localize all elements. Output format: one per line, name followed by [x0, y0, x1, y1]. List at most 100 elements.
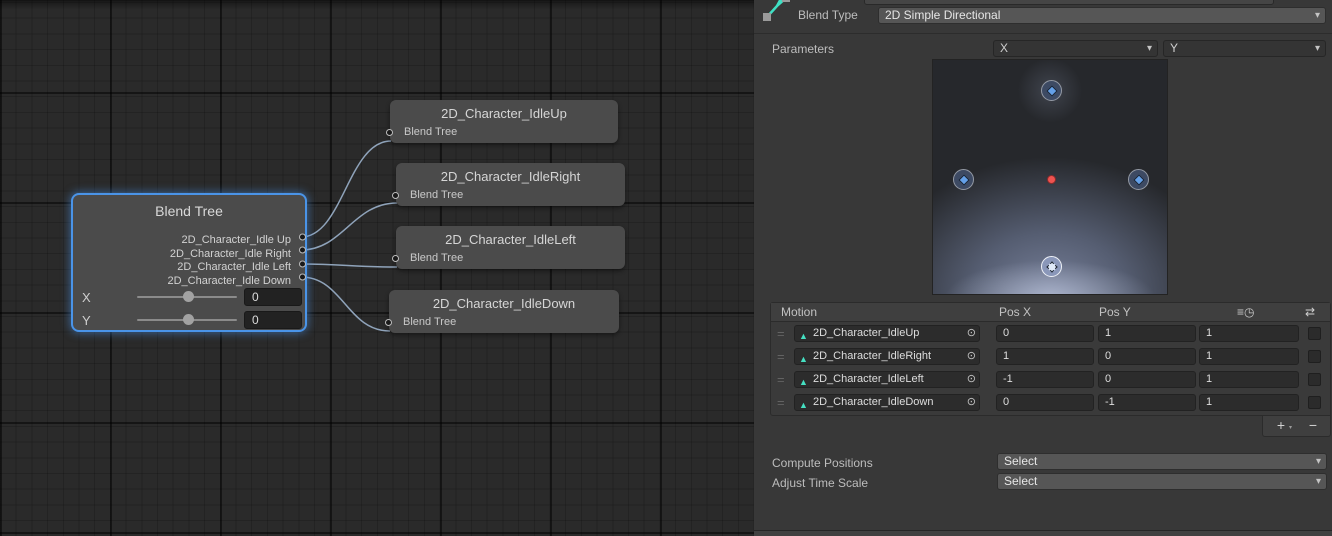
pos-y-field[interactable]: 1	[1098, 325, 1196, 342]
animation-clip-icon: ▲	[799, 352, 808, 367]
blend-space-preview[interactable]	[932, 59, 1168, 295]
node-title: 2D_Character_IdleLeft	[396, 226, 625, 247]
object-picker-icon[interactable]: ⊙	[967, 372, 976, 387]
pos-y-field[interactable]: 0	[1098, 348, 1196, 365]
node-outputs: 2D_Character_Idle Up 2D_Character_Idle R…	[73, 230, 305, 284]
motion-diamond-icon	[1133, 174, 1144, 185]
adjust-time-scale-select[interactable]: Select ▾	[997, 473, 1327, 490]
blend-type-label: Blend Type	[798, 8, 858, 22]
output-row: 2D_Character_Idle Left	[73, 257, 305, 271]
motion-node-idleright[interactable]: 2D_Character_IdleRight Blend Tree	[396, 163, 625, 206]
input-port-icon[interactable]	[392, 255, 399, 262]
output-row: 2D_Character_Idle Right	[73, 244, 305, 258]
motion-row: = ▲ 2D_Character_IdleRight ⊙ 1 0 1	[771, 345, 1330, 368]
parameters-label: Parameters	[772, 42, 834, 56]
blend-point-idleright[interactable]	[1128, 169, 1149, 190]
motion-diamond-icon	[958, 174, 969, 185]
drag-handle-icon[interactable]: =	[777, 349, 785, 364]
x-param-label: X	[82, 290, 91, 305]
blendtree-graph-canvas[interactable]: Blend Tree 2D_Character_Idle Up 2D_Chara…	[0, 0, 754, 536]
chevron-down-icon: ▾	[1316, 474, 1321, 489]
motion-object-field[interactable]: ▲ 2D_Character_IdleUp ⊙	[794, 325, 980, 342]
input-port-icon[interactable]	[386, 129, 393, 136]
speed-field[interactable]: 1	[1199, 348, 1299, 365]
output-row: 2D_Character_Idle Down	[73, 271, 305, 285]
preview-position-indicator[interactable]	[1047, 175, 1056, 184]
motion-node-idledown[interactable]: 2D_Character_IdleDown Blend Tree	[389, 290, 619, 333]
pos-x-column-header: Pos X	[999, 305, 1031, 319]
pos-y-column-header: Pos Y	[1099, 305, 1131, 319]
motion-diamond-icon	[1046, 85, 1057, 96]
chevron-down-icon: ▾	[1147, 41, 1152, 56]
motion-name: 2D_Character_IdleDown	[813, 396, 933, 408]
x-slider-thumb[interactable]	[183, 291, 194, 302]
drag-handle-icon[interactable]: =	[777, 372, 785, 387]
blend-point-idleleft[interactable]	[953, 169, 974, 190]
blend-tree-root-node[interactable]: Blend Tree 2D_Character_Idle Up 2D_Chara…	[73, 195, 305, 330]
y-value-field[interactable]: 0	[244, 311, 302, 329]
output-port-icon[interactable]	[299, 233, 306, 240]
node-title: Blend Tree	[73, 195, 305, 221]
output-label: 2D_Character_Idle Down	[167, 275, 291, 287]
y-slider-thumb[interactable]	[183, 314, 194, 325]
parameter-x-select[interactable]: X ▾	[993, 40, 1158, 57]
object-picker-icon[interactable]: ⊙	[967, 326, 976, 341]
blend-point-idleup[interactable]	[1041, 80, 1062, 101]
compute-positions-value: Select	[1004, 454, 1037, 468]
blend-point-idledown[interactable]	[1041, 256, 1062, 277]
motion-row: = ▲ 2D_Character_IdleDown ⊙ 0 -1 1	[771, 391, 1330, 414]
x-value-field[interactable]: 0	[244, 288, 302, 306]
motion-object-field[interactable]: ▲ 2D_Character_IdleLeft ⊙	[794, 371, 980, 388]
motion-diamond-icon	[1046, 261, 1057, 272]
mirror-checkbox[interactable]	[1308, 327, 1321, 340]
node-subtitle: Blend Tree	[404, 126, 457, 138]
speed-icon: ≡◷	[1237, 305, 1254, 319]
mirror-checkbox[interactable]	[1308, 396, 1321, 409]
blend-type-select[interactable]: 2D Simple Directional ▾	[878, 7, 1326, 24]
chevron-down-icon: ▾	[1315, 41, 1320, 56]
blend-tree-icon	[762, 0, 792, 23]
object-picker-icon[interactable]: ⊙	[967, 395, 976, 410]
node-subtitle: Blend Tree	[410, 189, 463, 201]
motion-node-idleleft[interactable]: 2D_Character_IdleLeft Blend Tree	[396, 226, 625, 269]
motion-node-idleup[interactable]: 2D_Character_IdleUp Blend Tree	[390, 100, 618, 143]
preview-pane-splitter[interactable]	[754, 530, 1332, 536]
node-title: 2D_Character_IdleUp	[390, 100, 618, 121]
input-port-icon[interactable]	[385, 319, 392, 326]
input-port-icon[interactable]	[392, 192, 399, 199]
drag-handle-icon[interactable]: =	[777, 326, 785, 341]
parameter-y-select[interactable]: Y ▾	[1163, 40, 1326, 57]
animation-clip-icon: ▲	[799, 375, 808, 390]
speed-field[interactable]: 1	[1199, 394, 1299, 411]
mirror-checkbox[interactable]	[1308, 373, 1321, 386]
mirror-checkbox[interactable]	[1308, 350, 1321, 363]
blendtree-name-field[interactable]	[864, 0, 1274, 5]
speed-field[interactable]: 1	[1199, 371, 1299, 388]
drag-handle-icon[interactable]: =	[777, 395, 785, 410]
output-port-icon[interactable]	[299, 247, 306, 254]
remove-motion-button[interactable]: −	[1301, 417, 1325, 434]
object-picker-icon[interactable]: ⊙	[967, 349, 976, 364]
blendtree-inspector: Blend Type 2D Simple Directional ▾ Param…	[754, 0, 1332, 536]
compute-positions-label: Compute Positions	[772, 456, 873, 470]
speed-field[interactable]: 1	[1199, 325, 1299, 342]
node-subtitle: Blend Tree	[410, 252, 463, 264]
pos-x-field[interactable]: 0	[996, 394, 1094, 411]
pos-x-field[interactable]: 1	[996, 348, 1094, 365]
pos-y-field[interactable]: 0	[1098, 371, 1196, 388]
compute-positions-select[interactable]: Select ▾	[997, 453, 1327, 470]
motion-object-field[interactable]: ▲ 2D_Character_IdleDown ⊙	[794, 394, 980, 411]
motion-name: 2D_Character_IdleUp	[813, 327, 919, 339]
pos-y-field[interactable]: -1	[1098, 394, 1196, 411]
pos-x-field[interactable]: 0	[996, 325, 1094, 342]
motion-name: 2D_Character_IdleRight	[813, 350, 931, 362]
pos-x-field[interactable]: -1	[996, 371, 1094, 388]
output-port-icon[interactable]	[299, 274, 306, 281]
output-port-icon[interactable]	[299, 260, 306, 267]
node-subtitle: Blend Tree	[403, 316, 456, 328]
blend-type-value: 2D Simple Directional	[885, 8, 1000, 22]
chevron-down-icon: ▾	[1315, 8, 1320, 23]
motion-list-header: Motion Pos X Pos Y ≡◷ ⇄	[771, 303, 1330, 322]
node-title: 2D_Character_IdleDown	[389, 290, 619, 311]
motion-object-field[interactable]: ▲ 2D_Character_IdleRight ⊙	[794, 348, 980, 365]
